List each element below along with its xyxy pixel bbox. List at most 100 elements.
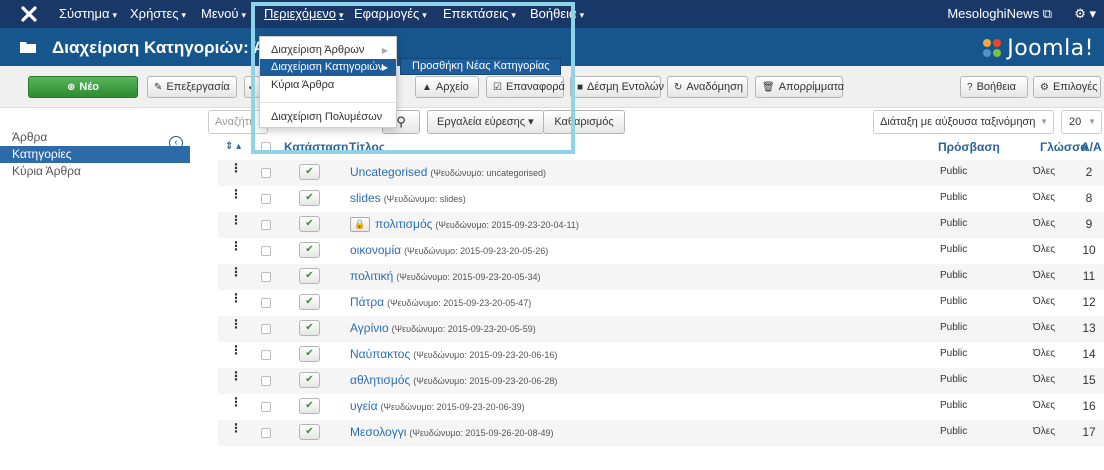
- published-toggle[interactable]: ✔: [299, 320, 320, 336]
- table-row: ⋮ ✔ Uncategorised (Ψευδώνυμο: uncategorised…: [218, 160, 1104, 186]
- drag-handle-icon[interactable]: ⋮: [230, 162, 242, 178]
- batch-button[interactable]: ■ Δέσμη Εντολών: [570, 76, 664, 98]
- trash-button[interactable]: 🗑 Απορρίμματα: [755, 76, 844, 98]
- external-link-icon: ⧉: [1042, 6, 1052, 21]
- sidebar-item-featured[interactable]: Κύρια Άρθρα: [0, 163, 190, 180]
- published-toggle[interactable]: ✔: [299, 216, 320, 232]
- drag-handle-icon[interactable]: ⋮: [230, 370, 242, 386]
- row-checkbox[interactable]: [261, 324, 271, 334]
- archive-button[interactable]: ▲ Αρχείο: [415, 76, 479, 98]
- row-checkbox[interactable]: [261, 246, 271, 256]
- options-button-label: Επιλογές: [1052, 81, 1098, 93]
- published-toggle[interactable]: ✔: [299, 294, 320, 310]
- category-id: 14: [1082, 347, 1096, 361]
- drag-handle-icon[interactable]: ⋮: [230, 240, 242, 256]
- sidebar-item-categories[interactable]: Κατηγορίες: [0, 146, 190, 163]
- user-menu[interactable]: ⚙ ▾: [1074, 0, 1096, 28]
- joomla-x-icon[interactable]: [20, 5, 38, 23]
- category-title-link[interactable]: Μεσολογγι: [350, 425, 406, 439]
- nav-help-label: Βοήθεια: [530, 6, 577, 21]
- row-checkbox[interactable]: [261, 272, 271, 282]
- header-status[interactable]: Κατάσταση: [284, 138, 348, 156]
- nav-apps[interactable]: Εφαρμογές ▾: [354, 0, 427, 28]
- select-all-checkbox[interactable]: [261, 142, 271, 152]
- site-link[interactable]: MesologhiNews ⧉: [947, 0, 1052, 28]
- menu-item-media-manager[interactable]: Διαχείριση Πολυμέσων: [260, 109, 396, 126]
- header-access[interactable]: Πρόσβαση: [938, 138, 1000, 156]
- row-checkbox[interactable]: [261, 350, 271, 360]
- published-toggle[interactable]: ✔: [299, 346, 320, 362]
- row-checkbox[interactable]: [261, 298, 271, 308]
- category-title-link[interactable]: οικονομία: [350, 243, 401, 257]
- lock-icon[interactable]: 🔒: [350, 217, 370, 233]
- language-value: Όλες: [1033, 218, 1056, 229]
- nav-help[interactable]: Βοήθεια ▾: [530, 0, 584, 28]
- menu-item-featured-articles[interactable]: Κύρια Άρθρα: [260, 77, 396, 94]
- row-checkbox[interactable]: [261, 168, 271, 178]
- published-toggle[interactable]: ✔: [299, 268, 320, 284]
- access-level: Public: [940, 426, 968, 437]
- search-tools-button[interactable]: Εργαλεία εύρεσης ▾: [427, 110, 544, 134]
- category-alias: (Ψευδώνυμο: 2015-09-23-20-06-16): [413, 350, 558, 360]
- sidebar-item-articles[interactable]: Άρθρα: [0, 129, 190, 146]
- row-checkbox[interactable]: [261, 402, 271, 412]
- access-level: Public: [940, 270, 968, 281]
- drag-handle-icon[interactable]: ⋮: [230, 266, 242, 282]
- drag-handle-icon[interactable]: ⋮: [230, 422, 242, 438]
- clear-button[interactable]: Καθαρισμός: [543, 110, 625, 134]
- publish-button[interactable]: ✔: [244, 76, 260, 98]
- nav-content[interactable]: Περιεχόμενο ▾: [264, 0, 344, 28]
- drag-handle-icon[interactable]: ⋮: [230, 396, 242, 412]
- row-checkbox[interactable]: [261, 428, 271, 438]
- category-title-link[interactable]: Πάτρα: [350, 295, 384, 309]
- drag-handle-icon[interactable]: ⋮: [230, 214, 242, 230]
- check-icon: ✔: [305, 426, 314, 437]
- category-title-link[interactable]: υγεία: [350, 399, 378, 413]
- menu-item-category-manager[interactable]: Διαχείριση Κατηγοριών ▶: [260, 59, 396, 76]
- nav-users[interactable]: Χρήστες ▾: [130, 0, 186, 28]
- row-checkbox[interactable]: [261, 376, 271, 386]
- published-toggle[interactable]: ✔: [299, 190, 320, 206]
- published-toggle[interactable]: ✔: [299, 242, 320, 258]
- header-title[interactable]: Τίτλος: [349, 138, 385, 156]
- published-toggle[interactable]: ✔: [299, 372, 320, 388]
- sort-select[interactable]: Διάταξη με αύξουσα ταξινόμηση ▼: [873, 110, 1054, 134]
- category-title-link[interactable]: Αγρίνιο: [350, 321, 389, 335]
- rebuild-button[interactable]: ↻ Αναδόμηση: [667, 76, 748, 98]
- drag-handle-icon[interactable]: ⋮: [230, 188, 242, 204]
- row-checkbox[interactable]: [261, 194, 271, 204]
- help-button[interactable]: ? Βοήθεια: [960, 76, 1028, 98]
- limit-select[interactable]: 20 ▼: [1061, 110, 1102, 134]
- nav-apps-label: Εφαρμογές: [354, 6, 420, 21]
- published-toggle[interactable]: ✔: [299, 398, 320, 414]
- content-dropdown-menu: Διαχείριση Άρθρων ▶ Διαχείριση Κατηγοριών…: [259, 36, 397, 128]
- category-title-link[interactable]: πολιτισμός: [375, 217, 432, 231]
- options-button[interactable]: ⚙ Επιλογές: [1033, 76, 1101, 98]
- published-toggle[interactable]: ✔: [299, 424, 320, 440]
- category-title-link[interactable]: πολιτική: [350, 269, 393, 283]
- category-title-link[interactable]: Uncategorised: [350, 165, 427, 179]
- header-id[interactable]: Α/Α: [1081, 138, 1102, 156]
- category-id: 16: [1082, 399, 1096, 413]
- new-button[interactable]: ⊕ Νέο: [28, 76, 138, 98]
- category-title-link[interactable]: slides: [350, 191, 381, 205]
- published-toggle[interactable]: ✔: [299, 164, 320, 180]
- nav-menus[interactable]: Μενού ▾: [201, 0, 246, 28]
- nav-extensions[interactable]: Επεκτάσεις ▾: [443, 0, 516, 28]
- submenu-item-add-category[interactable]: Προσθήκη Νέας Κατηγορίας: [400, 58, 561, 75]
- checkin-button[interactable]: ☑ Επαναφορά: [486, 76, 565, 98]
- nav-system[interactable]: Σύστημα ▾: [59, 0, 117, 28]
- edit-button[interactable]: ✎ Επεξεργασία: [147, 76, 237, 98]
- category-alias: (Ψευδώνυμο: 2015-09-23-20-04-11): [435, 220, 579, 230]
- drag-handle-icon[interactable]: ⋮: [230, 344, 242, 360]
- chevron-down-icon: ▾: [338, 10, 344, 20]
- category-title-link[interactable]: Ναύπακτος: [350, 347, 410, 361]
- drag-handle-icon[interactable]: ⋮: [230, 292, 242, 308]
- row-checkbox[interactable]: [261, 220, 271, 230]
- ordering-sort-icon[interactable]: ⇕ ▴: [225, 138, 241, 156]
- category-title-link[interactable]: αθλητισμός: [350, 373, 410, 387]
- drag-handle-icon[interactable]: ⋮: [230, 318, 242, 334]
- menu-item-article-manager[interactable]: Διαχείριση Άρθρων ▶: [260, 42, 396, 59]
- table-row: ⋮ ✔ Πάτρα (Ψευδώνυμο: 2015-09-23-20-05-47) P…: [218, 290, 1104, 316]
- category-id: 15: [1082, 373, 1096, 387]
